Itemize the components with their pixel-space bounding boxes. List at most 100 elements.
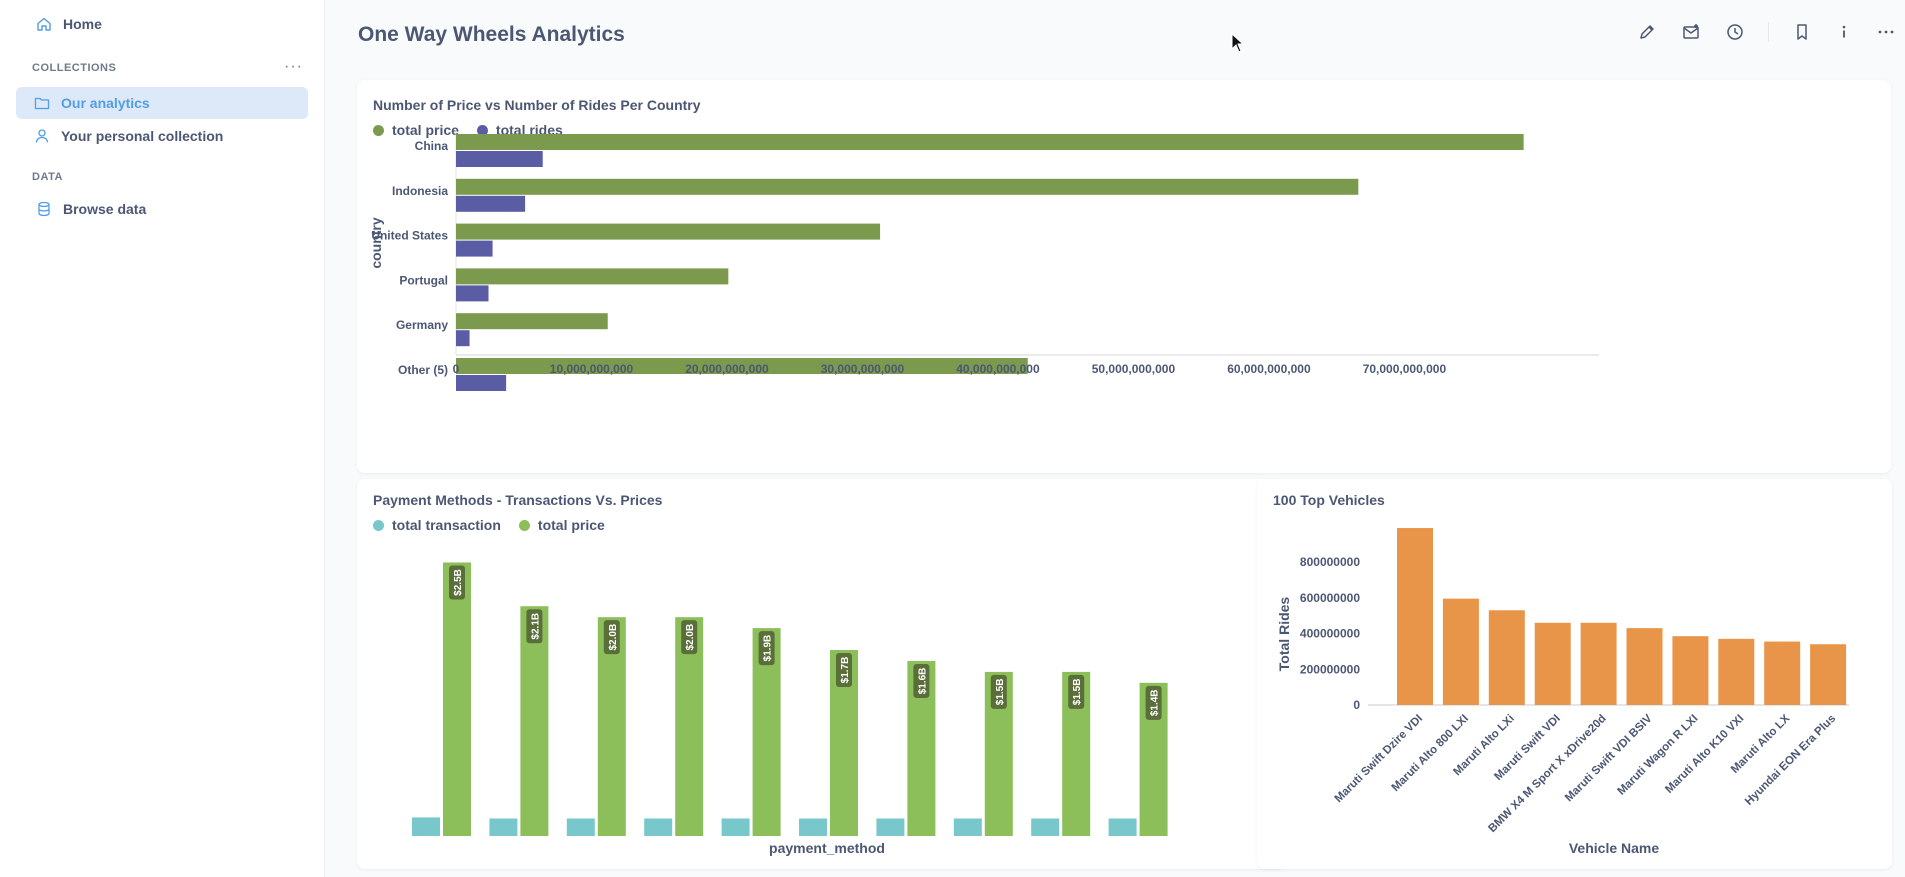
- bar-total-rides: [456, 375, 507, 391]
- data-label: $2.0B: [685, 624, 696, 651]
- y-tick-label: China: [415, 139, 449, 153]
- bookmark-button[interactable]: [1790, 20, 1814, 44]
- data-label: $2.1B: [530, 613, 541, 640]
- bar-total-transaction: [799, 818, 827, 836]
- bar-total-transaction: [876, 818, 905, 836]
- mouse-pointer-icon: [1231, 33, 1245, 53]
- sidebar-item-home[interactable]: Home: [36, 16, 102, 32]
- bar-total-transaction: [566, 818, 595, 836]
- header-divider: [1768, 22, 1769, 42]
- sidebar-item-our-analytics[interactable]: Our analytics: [16, 87, 308, 119]
- bar-total-rides: [456, 151, 543, 167]
- x-tick-label: Maruti Wagon R LXI: [1616, 713, 1701, 798]
- sidebar-item-label: Home: [63, 16, 102, 32]
- bar-total-price: [456, 313, 608, 330]
- country-chart-card[interactable]: Number of Price vs Number of Rides Per C…: [357, 80, 1891, 473]
- bar-total-rides: [1718, 638, 1755, 705]
- home-icon: [37, 17, 51, 31]
- y-tick-label: Portugal: [399, 273, 448, 287]
- collections-heading: COLLECTIONS: [32, 62, 117, 74]
- person-icon: [35, 129, 49, 143]
- x-tick-label: Maruti Alto 800 LXI: [1390, 713, 1471, 794]
- bar-total-price: [443, 562, 471, 836]
- x-tick-label: Maruti Swift VDI BSIV: [1563, 712, 1655, 804]
- data-label: $1.9B: [763, 635, 774, 662]
- bar-total-price: [456, 223, 881, 240]
- y-tick-label: 600000000: [1300, 591, 1360, 605]
- bar-total-price: [456, 268, 729, 285]
- y-tick-label: Indonesia: [392, 184, 448, 198]
- bar-total-rides: [1580, 622, 1617, 705]
- bar-total-rides: [456, 285, 489, 302]
- x-tick-label: 70,000,000,000: [1363, 362, 1447, 376]
- sidebar-item-personal-collection[interactable]: Your personal collection: [34, 128, 223, 144]
- x-tick-label: Maruti Alto K10 VXI: [1663, 713, 1746, 796]
- more-icon: [1878, 30, 1894, 34]
- bar-total-price: [456, 134, 1524, 150]
- vehicles-bar-chart: 0 200000000 400000000 600000000 800000000 Mar…: [1276, 528, 1849, 856]
- sidebar-item-browse-data[interactable]: Browse data: [36, 201, 146, 217]
- y-tick-label: 800000000: [1300, 555, 1360, 569]
- bar-total-transaction: [1031, 818, 1060, 836]
- x-tick-label: Hyundai EON Era Plus: [1743, 713, 1838, 808]
- bar-total-price: [456, 178, 1359, 195]
- bookmark-icon: [1797, 24, 1807, 40]
- x-tick-label: Maruti Swift Dzire VDI: [1333, 713, 1426, 806]
- data-label: $1.4B: [1150, 689, 1161, 716]
- bar-total-rides: [1626, 628, 1663, 705]
- bar-total-rides: [1672, 636, 1709, 705]
- page-title: One Way Wheels Analytics: [358, 23, 625, 46]
- data-label: $1.5B: [995, 679, 1006, 706]
- data-label: $1.6B: [917, 668, 928, 695]
- x-tick-label: 10,000,000,000: [550, 362, 634, 376]
- bar-total-rides: [456, 240, 493, 257]
- collections-more-icon[interactable]: ···: [284, 58, 303, 76]
- data-heading: DATA: [32, 171, 63, 183]
- y-axis-title: Total Rides: [1276, 597, 1292, 672]
- more-button[interactable]: [1874, 20, 1898, 44]
- x-axis-title: Vehicle Name: [1569, 840, 1659, 856]
- x-axis-title: payment_method: [769, 840, 885, 856]
- bar-total-rides: [1488, 610, 1525, 705]
- y-tick-label: Other (5): [398, 363, 448, 377]
- sidebar-item-label: Your personal collection: [61, 128, 224, 144]
- sidebar-item-label: Our analytics: [61, 95, 150, 111]
- sidebar-item-label: Browse data: [63, 201, 147, 217]
- y-tick-label: 0: [1353, 698, 1360, 712]
- bar-total-rides: [456, 195, 526, 212]
- x-tick-label: 50,000,000,000: [1092, 362, 1176, 376]
- y-axis-title: country: [368, 217, 384, 269]
- data-label: $2.5B: [453, 569, 464, 596]
- payment-chart-card[interactable]: Payment Methods - Transactions Vs. Price…: [357, 479, 1285, 869]
- country-bar-chart: ChinaIndonesiaUnited StatesPortugalGerma…: [368, 130, 1599, 391]
- vehicles-chart-card[interactable]: 100 Top Vehicles 0 200000000 400000000 6000…: [1257, 479, 1892, 869]
- dashboard-main: One Way Wheels Analytics Number of Price…: [325, 0, 1905, 877]
- bar-total-rides: [1764, 641, 1801, 705]
- data-label: $2.0B: [608, 624, 619, 651]
- sidebar: Home COLLECTIONS ··· Our analytics Your …: [0, 0, 325, 877]
- bar-total-transaction: [644, 818, 673, 836]
- x-tick-label: 40,000,000,000: [956, 362, 1040, 376]
- bar-total-rides: [456, 330, 470, 347]
- folder-icon: [34, 97, 50, 110]
- data-label: $1.7B: [840, 657, 851, 684]
- edit-button[interactable]: [1635, 20, 1659, 44]
- bar-total-rides: [1442, 598, 1479, 705]
- clock-icon: [1727, 24, 1743, 40]
- bar-total-transaction: [1108, 818, 1137, 836]
- bar-total-rides: [1397, 528, 1433, 705]
- info-icon: [1842, 25, 1846, 38]
- bar-total-rides: [1534, 622, 1571, 705]
- bar-total-transaction: [721, 818, 750, 836]
- x-tick-label: 60,000,000,000: [1227, 362, 1311, 376]
- subscription-button[interactable]: [1679, 20, 1703, 44]
- bar-total-transaction: [489, 818, 518, 836]
- y-tick-label: 400000000: [1300, 627, 1360, 641]
- y-tick-label: 200000000: [1300, 662, 1360, 676]
- history-button[interactable]: [1723, 20, 1747, 44]
- bar-total-transaction: [953, 818, 982, 836]
- y-tick-label: Germany: [396, 318, 448, 332]
- bar-total-transaction: [412, 817, 440, 836]
- info-button[interactable]: [1832, 20, 1856, 44]
- x-tick-label: 20,000,000,000: [685, 362, 769, 376]
